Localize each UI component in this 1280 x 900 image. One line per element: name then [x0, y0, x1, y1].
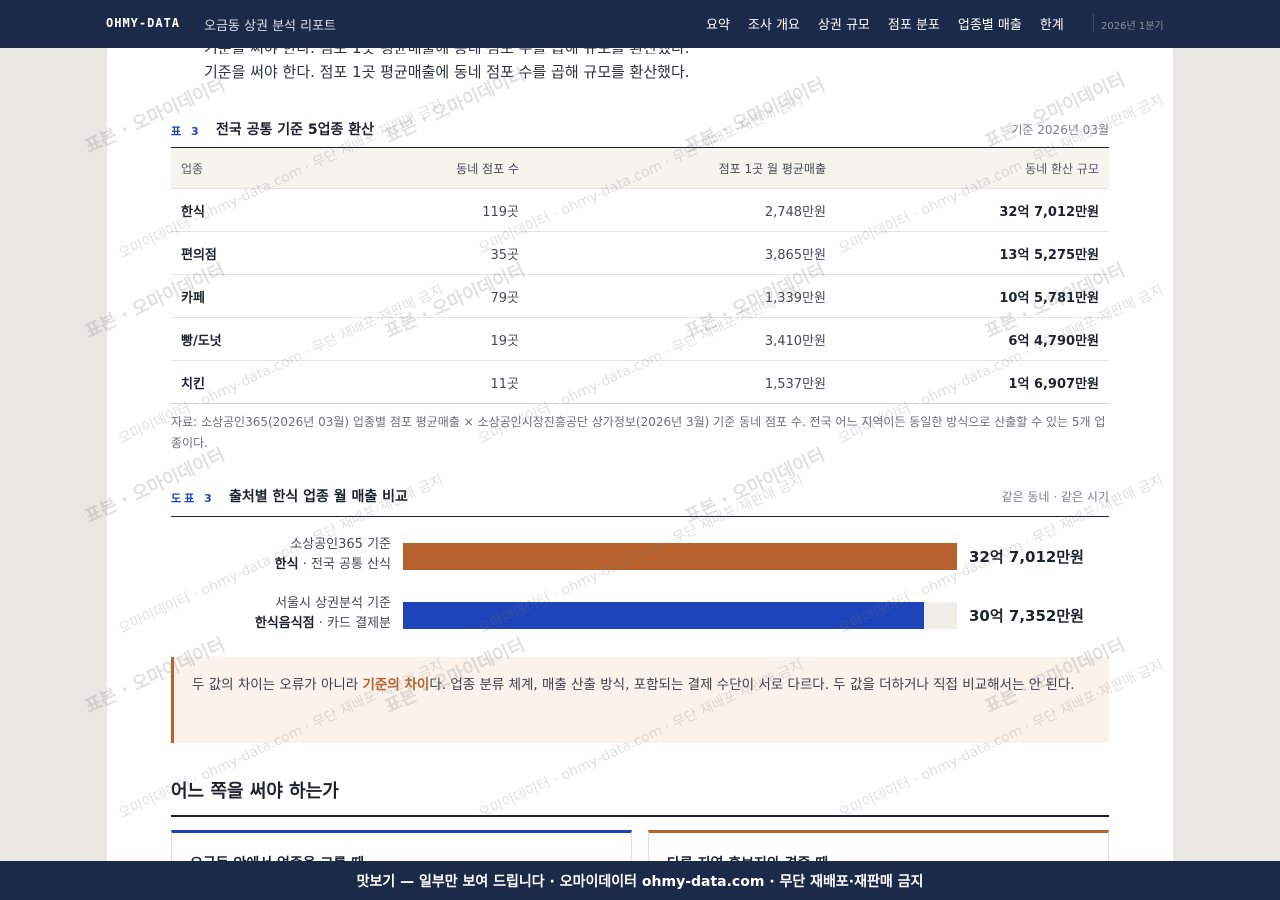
- table-head-row: 업종 동네 점포 수 점포 1곳 월 평균매출 동네 환산 규모: [171, 148, 1109, 189]
- section-rule: [171, 815, 1109, 817]
- callout-text-after: 다. 업종 분류 체계, 매출 산출 방식, 포함되는 결제 수단이 서로 다르…: [429, 677, 1075, 693]
- intro-text: 기준을 써야 한다. 점포 1곳 평균매출에 동네 점포 수를 곱해 규모를 환…: [204, 63, 690, 81]
- bar-category-name: 한식음식점: [254, 616, 315, 631]
- cell-industry: 빵/도넛: [181, 333, 222, 349]
- nav-item-limits[interactable]: 한계: [1040, 14, 1064, 33]
- industry-table: 업종 동네 점포 수 점포 1곳 월 평균매출 동네 환산 규모 한식 119곳…: [171, 147, 1109, 404]
- table-source-note: 자료: 소상공인365(2026년 03월) 업종별 점포 평균매출 × 소상공…: [171, 415, 1106, 450]
- table-number: 표 3: [171, 125, 202, 138]
- cell-store-count: 79곳: [490, 290, 519, 306]
- chart-number: 도표 3: [171, 492, 215, 505]
- preview-banner: 맛보기 — 일부만 보여 드립니다 · 오마이데이터 ohmy-data.com…: [0, 861, 1280, 900]
- bar-category: 한식 · 전국 공통 산식: [171, 555, 391, 575]
- cell-store-count: 119곳: [482, 204, 519, 220]
- bar-fill-hansik-restaurant: [403, 602, 924, 629]
- bar-track-1: [403, 602, 957, 629]
- report-title: 오금동 상권 분석 리포트: [204, 19, 336, 34]
- bar-label-0: 소상공인365 기준 한식 · 전국 공통 산식: [171, 535, 391, 575]
- nav-item-sales[interactable]: 업종별 매출: [958, 14, 1022, 33]
- cell-scale: 1억 6,907만원: [1008, 376, 1099, 392]
- chart-meta: 같은 동네 · 같은 시기: [1001, 490, 1109, 504]
- table-row: 한식 119곳 2,748만원 32억 7,012만원: [171, 189, 1109, 232]
- bar-source: 서울시 상권분석 기준: [275, 596, 391, 611]
- nav-item-summary[interactable]: 요약: [706, 14, 730, 33]
- cell-avg-sales: 1,339만원: [764, 290, 826, 306]
- cell-store-count: 35곳: [490, 247, 519, 263]
- cell-industry: 편의점: [181, 247, 217, 263]
- col-scale: 동네 환산 규모: [1025, 161, 1099, 176]
- section-title-which: 어느 쪽을 써야 하는가: [171, 781, 339, 802]
- bar-value-0: 32억 7,012만원: [969, 548, 1084, 566]
- cell-store-count: 19곳: [490, 333, 519, 349]
- section-nav: 요약 조사 개요 상권 규모 점포 분포 업종별 매출 한계: [706, 14, 1064, 33]
- bar-category-name: 한식: [274, 557, 299, 572]
- intro-previous-line: 기준을 써야 한다. 점포 1곳 평균매출에 동네 점포 수를 곱해 규모를 환…: [204, 48, 1064, 54]
- chart-header: 도표 3 출처별 한식 업종 월 매출 비교 같은 동네 · 같은 시기: [171, 486, 1109, 510]
- chart-rule: [171, 516, 1109, 517]
- cell-avg-sales: 3,865만원: [764, 247, 826, 263]
- period-label: 2026년 1분기: [1101, 21, 1164, 32]
- cell-avg-sales: 1,537만원: [764, 376, 826, 392]
- cell-store-count: 11곳: [490, 376, 519, 392]
- cell-scale: 10억 5,781만원: [999, 290, 1099, 306]
- table-header: 표 3 전국 공통 기준 5업종 환산 기준 2026년 03월: [171, 119, 1109, 143]
- table-row: 편의점 35곳 3,865만원 13억 5,275만원: [171, 232, 1109, 275]
- col-industry: 업종: [181, 161, 204, 176]
- bar-category: 한식음식점 · 카드 결제분: [171, 614, 391, 634]
- nav-item-scale[interactable]: 상권 규모: [818, 14, 870, 33]
- cell-avg-sales: 3,410만원: [764, 333, 826, 349]
- cell-industry: 카페: [181, 290, 205, 306]
- cell-scale: 32억 7,012만원: [999, 204, 1099, 220]
- cell-scale: 6억 4,790만원: [1008, 333, 1099, 349]
- table-row: 치킨 11곳 1,537만원 1억 6,907만원: [171, 361, 1109, 404]
- bar-category-detail: · 전국 공통 산식: [298, 557, 391, 572]
- bar-label-1: 서울시 상권분석 기준 한식음식점 · 카드 결제분: [171, 594, 391, 634]
- cell-industry: 치킨: [181, 376, 205, 392]
- cell-industry: 한식: [181, 204, 205, 220]
- top-nav-bar: OHMY-DATA 오금동 상권 분석 리포트 요약 조사 개요 상권 규모 점…: [0, 0, 1280, 48]
- chart-title: 출처별 한식 업종 월 매출 비교: [229, 489, 408, 505]
- bar-category-detail: · 카드 결제분: [314, 616, 391, 631]
- bar-fill-hansik: [403, 543, 957, 570]
- callout-highlight: 기준의 차이: [362, 677, 430, 693]
- cell-avg-sales: 2,748만원: [764, 204, 826, 220]
- callout-note: 두 값의 차이는 오류가 아니라 기준의 차이다. 업종 분류 체계, 매출 산…: [171, 657, 1109, 743]
- col-avg-sales: 점포 1곳 월 평균매출: [718, 161, 826, 176]
- callout-text-before: 두 값의 차이는 오류가 아니라: [192, 677, 363, 693]
- bar-track-0: [403, 543, 957, 570]
- nav-divider: [1093, 14, 1094, 32]
- cell-scale: 13억 5,275만원: [999, 247, 1099, 263]
- table-row: 빵/도넛 19곳 3,410만원 6억 4,790만원: [171, 318, 1109, 361]
- nav-item-overview[interactable]: 조사 개요: [748, 14, 800, 33]
- table-title: 전국 공통 기준 5업종 환산: [216, 122, 375, 138]
- col-store-count: 동네 점포 수: [456, 161, 519, 176]
- brand-logo[interactable]: OHMY-DATA: [106, 16, 180, 30]
- table-meta: 기준 2026년 03월: [1011, 123, 1109, 137]
- table-row: 카페 79곳 1,339만원 10억 5,781만원: [171, 275, 1109, 318]
- report-paper: 기준을 써야 한다. 점포 1곳 평균매출에 동네 점포 수를 곱해 규모를 환…: [107, 0, 1173, 900]
- bar-value-1: 30억 7,352만원: [969, 607, 1084, 625]
- bar-source: 소상공인365 기준: [290, 537, 391, 552]
- nav-item-distribution[interactable]: 점포 분포: [888, 14, 940, 33]
